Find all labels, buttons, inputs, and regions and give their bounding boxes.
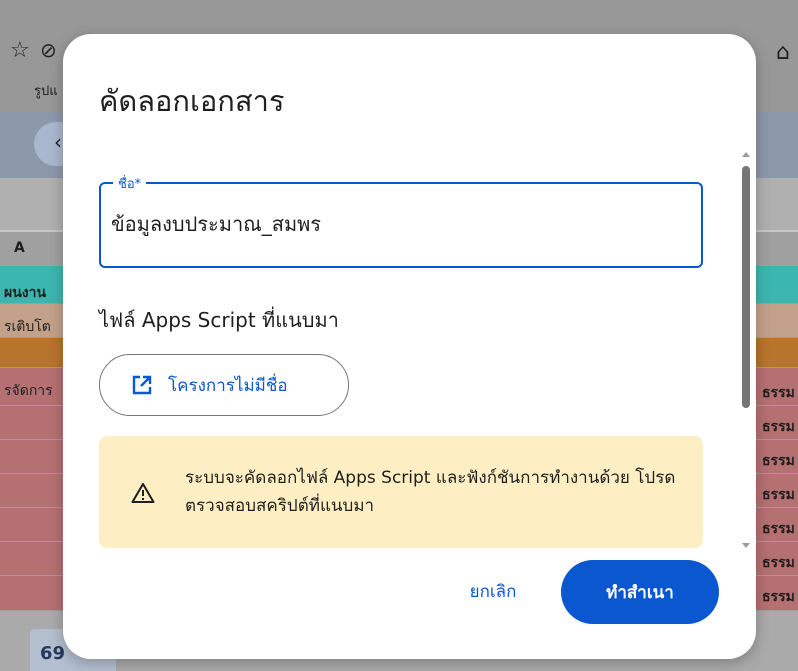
star-icon: ☆ <box>10 38 30 63</box>
warning-icon <box>131 482 155 504</box>
doc-subtitle: รูปแ <box>34 84 58 99</box>
name-input[interactable] <box>111 204 671 244</box>
row-number: 69 <box>40 643 66 664</box>
name-field[interactable]: ชื่อ* <box>99 173 703 268</box>
copy-document-dialog: คัดลอกเอกสาร ชื่อ* ไฟล์ Apps Script ที่แ… <box>63 34 756 659</box>
cell-right: ธรรม <box>762 589 795 605</box>
cell-right: ธรรม <box>762 521 795 537</box>
home-icon: ⌂ <box>776 40 790 65</box>
open-in-new-icon <box>130 373 154 397</box>
cell-left: รจัดการ <box>4 383 53 399</box>
cancel-button[interactable]: ยกเลิก <box>443 562 543 620</box>
script-project-label: โครงการไม่มีชื่อ <box>168 375 288 396</box>
cell-right: ธรรม <box>762 419 795 435</box>
cell-left: ผนงาน <box>4 285 47 301</box>
cell-right: ธรรม <box>762 555 795 571</box>
cell-right: ธรรม <box>762 487 795 503</box>
dialog-title: คัดลอกเอกสาร <box>99 84 285 118</box>
chevron-left-icon: ‹ <box>54 130 62 154</box>
column-header-a: A <box>14 240 25 256</box>
scrollbar-thumb[interactable] <box>742 166 750 408</box>
cell-right: ธรรม <box>762 385 795 401</box>
cell-right: ธรรม <box>762 453 795 469</box>
open-script-project-button[interactable]: โครงการไม่มีชื่อ <box>99 354 349 416</box>
scroll-down-arrow-icon[interactable] <box>742 543 750 548</box>
script-copy-notice: ระบบจะคัดลอกไฟล์ Apps Script และฟังก์ชัน… <box>99 436 703 548</box>
attached-script-heading: ไฟล์ Apps Script ที่แนบมา <box>99 308 339 332</box>
scroll-up-arrow-icon[interactable] <box>742 152 750 157</box>
make-copy-button[interactable]: ทำสำเนา <box>561 560 719 624</box>
name-field-label: ชื่อ* <box>113 173 147 194</box>
dialog-scrollbar[interactable] <box>741 152 751 550</box>
cell-left: รเติบโต <box>4 319 51 335</box>
link-icon: ⊘ <box>40 38 57 62</box>
notice-text: ระบบจะคัดลอกไฟล์ Apps Script และฟังก์ชัน… <box>185 468 676 516</box>
